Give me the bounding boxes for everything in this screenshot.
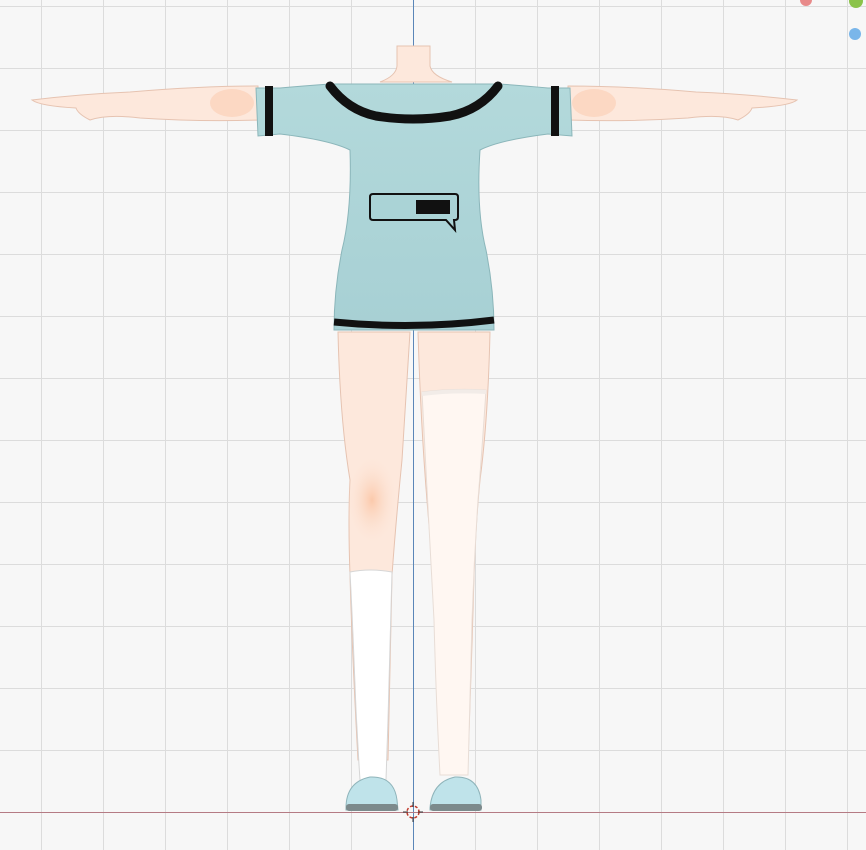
- 3d-viewport[interactable]: [0, 0, 866, 850]
- y-axis-icon[interactable]: [849, 0, 863, 8]
- z-axis-dot-icon[interactable]: [849, 28, 861, 40]
- left-sleeve-trim: [265, 86, 273, 136]
- left-sock: [349, 569, 393, 781]
- right-thigh-sock: [421, 388, 487, 776]
- neck: [379, 45, 453, 83]
- navigation-gizmo[interactable]: [800, 0, 866, 50]
- right-sleeve-trim: [551, 86, 559, 136]
- character-model[interactable]: [0, 0, 866, 850]
- 3d-cursor-icon[interactable]: [403, 802, 423, 822]
